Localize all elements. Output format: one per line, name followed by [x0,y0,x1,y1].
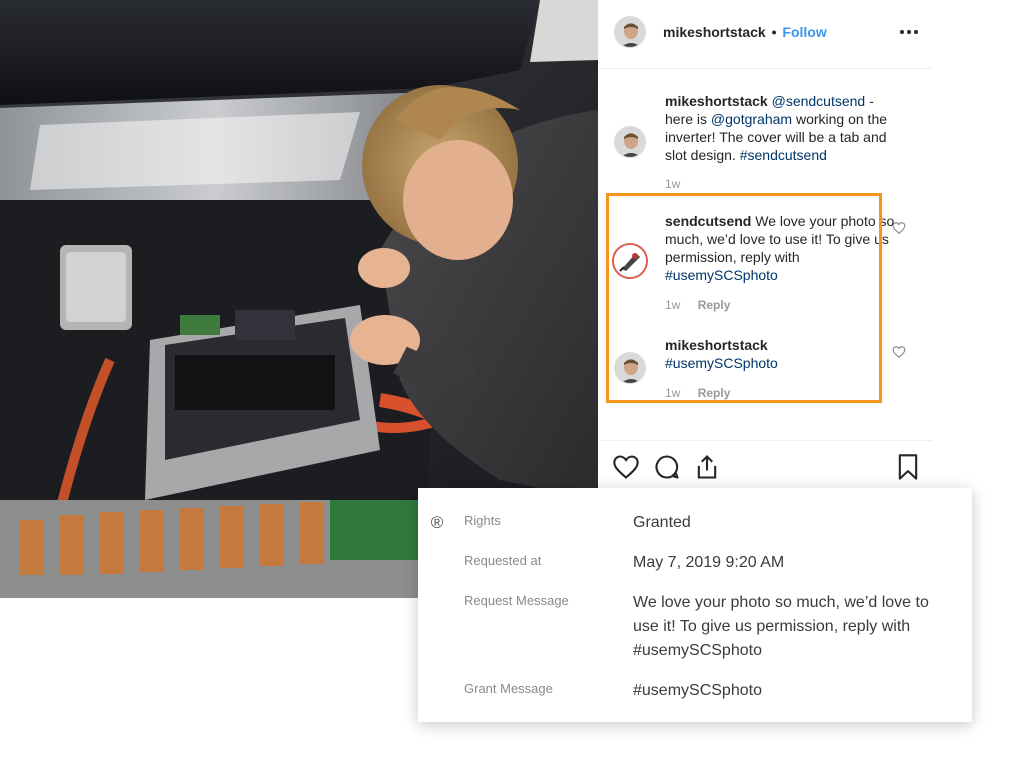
comment-username[interactable]: sendcutsend [665,213,751,229]
registered-icon: ® [430,513,444,532]
comment-text: sendcutsend We love your photo so much, … [665,212,901,284]
comment-username[interactable]: mikeshortstack [665,336,901,354]
grant-message-value: #usemySCSphoto [633,682,762,699]
heart-icon[interactable] [892,221,906,235]
post-header: mikeshortstack • Follow [598,0,932,69]
separator-dot: • [771,24,777,40]
heart-icon[interactable] [892,345,906,359]
bookmark-icon[interactable] [894,453,922,481]
rights-label: Rights [464,513,501,528]
comment-age: 1w [665,298,681,312]
comment-text: mikeshortstack #usemySCSphoto [665,336,901,372]
hashtag-link[interactable]: #sendcutsend [740,147,827,163]
requested-at-label: Requested at [464,553,542,568]
request-message-value: We love your photo so much, we’d love to… [633,594,929,659]
avatar[interactable] [614,16,646,48]
comment-icon[interactable] [653,453,681,481]
rights-card: ® Rights Granted Requested at May 7, 201… [418,488,972,722]
post-username[interactable]: mikeshortstack [663,24,766,40]
mention-link[interactable]: @gotgraham [711,111,792,127]
avatar[interactable] [612,243,648,279]
reply-button[interactable]: Reply [698,298,731,312]
share-icon[interactable] [693,453,721,481]
more-horizontal-icon[interactable] [898,21,920,43]
grant-message-label: Grant Message [464,681,553,696]
requested-at-value: May 7, 2019 9:20 AM [633,554,785,571]
avatar[interactable] [614,352,646,384]
avatar[interactable] [614,126,646,158]
heart-icon[interactable] [612,453,640,481]
reply-button[interactable]: Reply [698,386,731,400]
caption-text: mikeshortstack @sendcutsend - here is @g… [665,92,901,164]
rights-value: Granted [633,514,691,531]
caption-age: 1w [665,177,681,191]
caption-username[interactable]: mikeshortstack [665,93,768,109]
post-username-line: mikeshortstack • Follow [663,24,827,40]
comment-age: 1w [665,386,681,400]
post-action-bar [598,440,932,491]
mention-link[interactable]: @sendcutsend [772,93,866,109]
comment-meta: 1w Reply [665,298,730,312]
follow-button[interactable]: Follow [782,24,826,40]
comment-meta: 1w Reply [665,386,730,400]
hashtag-link[interactable]: #usemySCSphoto [665,355,778,371]
request-message-label: Request Message [464,593,569,608]
hashtag-link[interactable]: #usemySCSphoto [665,267,778,283]
